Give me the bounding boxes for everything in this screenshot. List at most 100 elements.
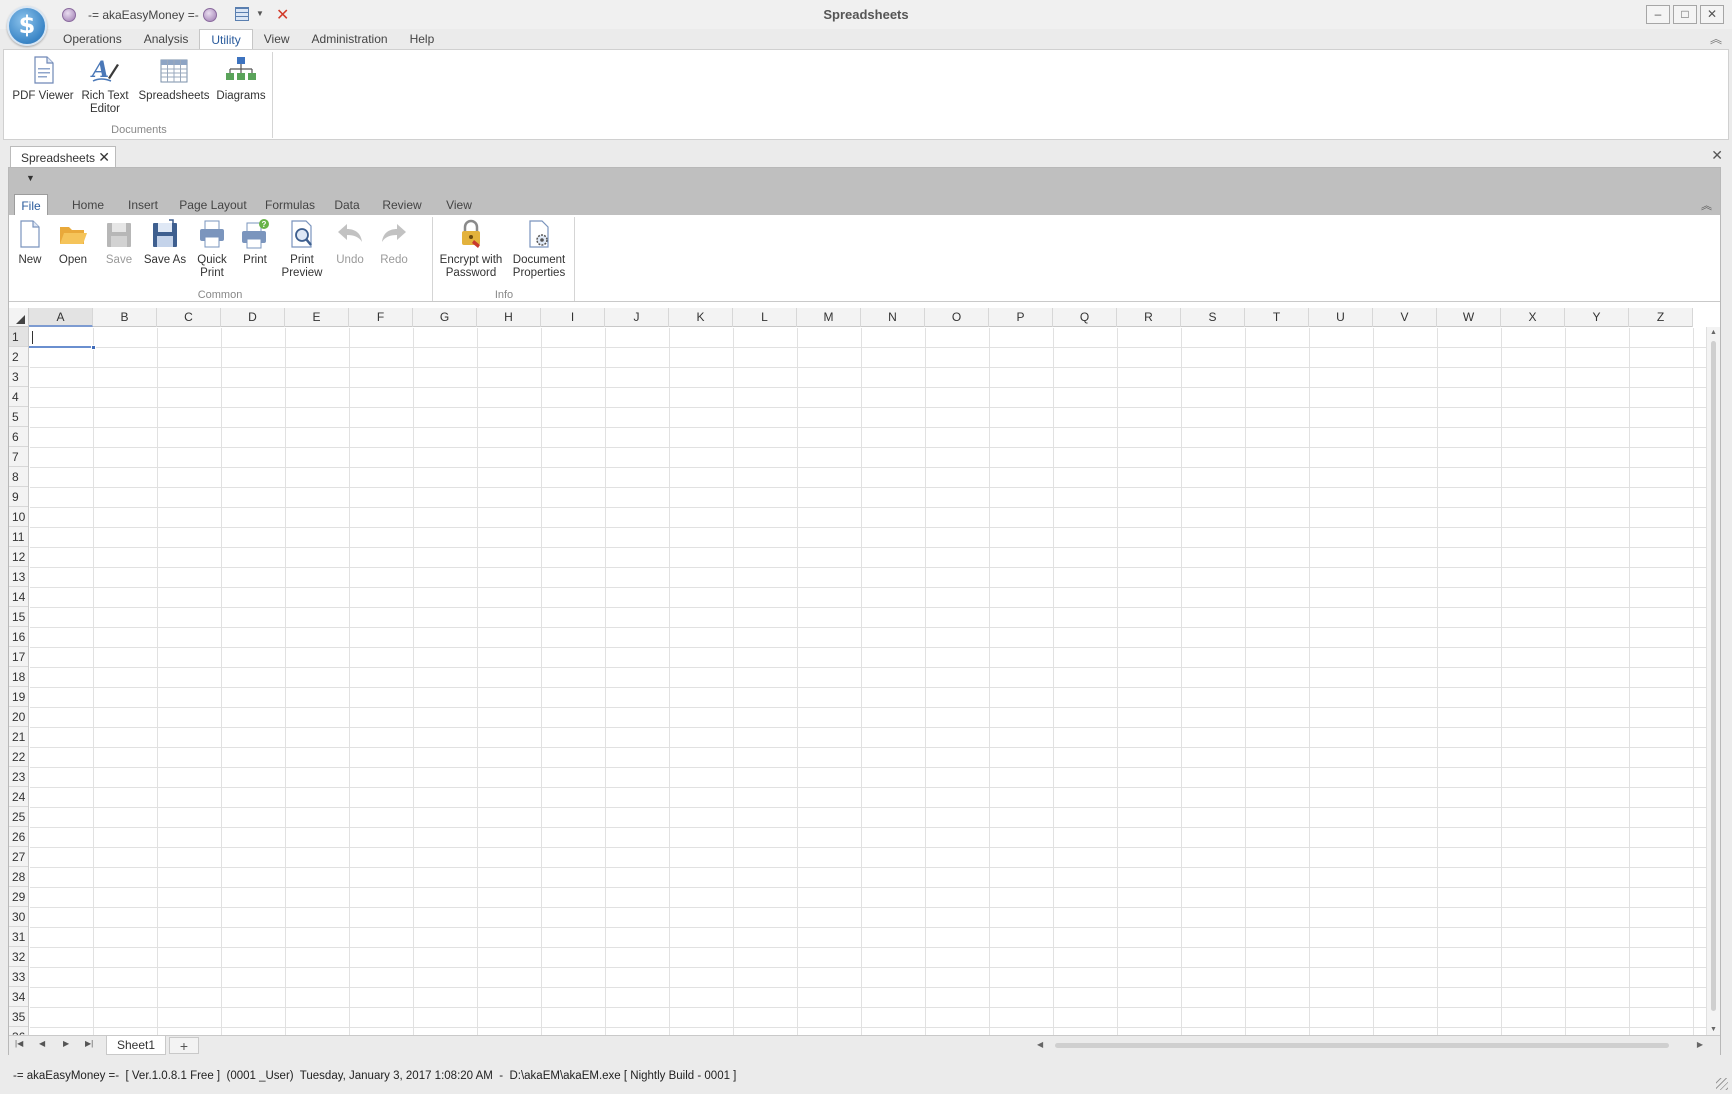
row-header-33[interactable]: 33 [9, 967, 28, 987]
ss-tab-formulas[interactable]: Formulas [257, 194, 323, 215]
qat-grid-icon[interactable] [235, 7, 249, 21]
column-header-i[interactable]: I [541, 308, 605, 327]
row-header-32[interactable]: 32 [9, 947, 28, 967]
maximize-button[interactable]: □ [1673, 5, 1697, 24]
row-header-28[interactable]: 28 [9, 867, 28, 887]
ss-tab-home[interactable]: Home [61, 194, 115, 215]
row-header-23[interactable]: 23 [9, 767, 28, 787]
worksheet-grid[interactable]: ABCDEFGHIJKLMNOPQRSTUVWXYZ 1 2 3 4 5 6 7 8 9 10 11… [9, 308, 1720, 1035]
selected-cell-a1[interactable] [29, 327, 94, 348]
row-header-36[interactable]: 36 [9, 1027, 28, 1035]
column-header-k[interactable]: K [669, 308, 733, 327]
tab-analysis[interactable]: Analysis [133, 29, 200, 50]
horizontal-scroll-thumb[interactable] [1055, 1043, 1669, 1048]
column-header-v[interactable]: V [1373, 308, 1437, 327]
column-header-a[interactable]: A [29, 308, 93, 327]
row-header-20[interactable]: 20 [9, 707, 28, 727]
qat-orb-icon[interactable] [62, 8, 76, 22]
column-header-b[interactable]: B [93, 308, 157, 327]
column-header-x[interactable]: X [1501, 308, 1565, 327]
column-header-c[interactable]: C [157, 308, 221, 327]
customize-qat-icon[interactable]: ▼ [26, 173, 35, 183]
open-button[interactable]: Open [51, 218, 95, 267]
sheet-tab-sheet1[interactable]: Sheet1 [106, 1036, 166, 1055]
row-header-16[interactable]: 16 [9, 627, 28, 647]
save-button[interactable]: Save [99, 218, 139, 267]
column-header-l[interactable]: L [733, 308, 797, 327]
column-header-d[interactable]: D [221, 308, 285, 327]
qat-dropdown-icon[interactable]: ▼ [256, 9, 264, 18]
encrypt-with-password-button[interactable]: Encrypt with Password [437, 218, 505, 280]
row-header-9[interactable]: 9 [9, 487, 28, 507]
app-logo-icon[interactable]: $ [7, 6, 47, 46]
undo-button[interactable]: Undo [329, 218, 371, 267]
row-header-4[interactable]: 4 [9, 387, 28, 407]
column-header-e[interactable]: E [285, 308, 349, 327]
row-header-2[interactable]: 2 [9, 347, 28, 367]
close-window-button[interactable]: ✕ [1700, 5, 1724, 24]
row-header-26[interactable]: 26 [9, 827, 28, 847]
fill-handle[interactable] [91, 345, 96, 350]
tab-administration[interactable]: Administration [301, 29, 399, 50]
vertical-scrollbar[interactable]: ▲ ▼ [1706, 327, 1720, 1035]
close-tab-icon[interactable]: ✕ [98, 149, 110, 166]
ss-tab-file[interactable]: File [14, 194, 48, 215]
ss-tab-page-layout[interactable]: Page Layout [171, 194, 255, 215]
row-header-14[interactable]: 14 [9, 587, 28, 607]
collapse-ribbon-icon[interactable]: ︽ [1710, 30, 1722, 47]
row-header-6[interactable]: 6 [9, 427, 28, 447]
column-header-m[interactable]: M [797, 308, 861, 327]
column-header-o[interactable]: O [925, 308, 989, 327]
add-sheet-button[interactable]: + [169, 1037, 199, 1054]
quick-print-button[interactable]: Quick Print [191, 218, 233, 280]
row-header-1[interactable]: 1 [9, 327, 28, 347]
document-properties-button[interactable]: Document Properties [509, 218, 569, 280]
scroll-left-icon[interactable]: ◀ [1037, 1040, 1043, 1049]
row-header-21[interactable]: 21 [9, 727, 28, 747]
tab-operations[interactable]: Operations [52, 29, 133, 50]
close-document-icon[interactable]: ✕ [1711, 147, 1723, 164]
horizontal-scrollbar[interactable]: ◀ ▶ [1035, 1038, 1705, 1053]
scroll-up-icon[interactable]: ▲ [1710, 329, 1717, 336]
collapse-ribbon-icon[interactable]: ︽ [1701, 197, 1712, 213]
column-header-s[interactable]: S [1181, 308, 1245, 327]
print-preview-button[interactable]: Print Preview [277, 218, 327, 280]
resize-grip-icon[interactable] [1716, 1078, 1728, 1090]
row-header-19[interactable]: 19 [9, 687, 28, 707]
column-header-n[interactable]: N [861, 308, 925, 327]
prev-sheet-icon[interactable]: ◀ [39, 1039, 45, 1048]
row-header-25[interactable]: 25 [9, 807, 28, 827]
column-header-j[interactable]: J [605, 308, 669, 327]
ss-tab-data[interactable]: Data [325, 194, 369, 215]
row-header-35[interactable]: 35 [9, 1007, 28, 1027]
tab-help[interactable]: Help [399, 29, 446, 50]
document-tab-spreadsheets[interactable]: Spreadsheets ✕ [10, 146, 116, 168]
new-button[interactable]: New [11, 218, 49, 267]
print-button[interactable]: ? Print [235, 218, 275, 267]
first-sheet-icon[interactable]: |◀ [15, 1039, 23, 1048]
spreadsheets-button[interactable]: Spreadsheets [138, 54, 210, 103]
column-header-f[interactable]: F [349, 308, 413, 327]
column-header-y[interactable]: Y [1565, 308, 1629, 327]
row-header-10[interactable]: 10 [9, 507, 28, 527]
column-header-h[interactable]: H [477, 308, 541, 327]
row-header-27[interactable]: 27 [9, 847, 28, 867]
row-header-22[interactable]: 22 [9, 747, 28, 767]
column-header-t[interactable]: T [1245, 308, 1309, 327]
column-header-q[interactable]: Q [1053, 308, 1117, 327]
minimize-button[interactable]: – [1646, 5, 1670, 24]
last-sheet-icon[interactable]: ▶| [85, 1039, 93, 1048]
column-header-g[interactable]: G [413, 308, 477, 327]
row-header-34[interactable]: 34 [9, 987, 28, 1007]
row-header-24[interactable]: 24 [9, 787, 28, 807]
row-header-8[interactable]: 8 [9, 467, 28, 487]
ss-tab-view[interactable]: View [435, 194, 483, 215]
ss-tab-insert[interactable]: Insert [117, 194, 169, 215]
row-header-15[interactable]: 15 [9, 607, 28, 627]
row-header-3[interactable]: 3 [9, 367, 28, 387]
diagrams-button[interactable]: Diagrams [212, 54, 270, 103]
qat-close-icon[interactable]: ✕ [276, 5, 289, 25]
pdf-viewer-button[interactable]: PDF Viewer [10, 54, 76, 103]
column-header-r[interactable]: R [1117, 308, 1181, 327]
row-header-12[interactable]: 12 [9, 547, 28, 567]
